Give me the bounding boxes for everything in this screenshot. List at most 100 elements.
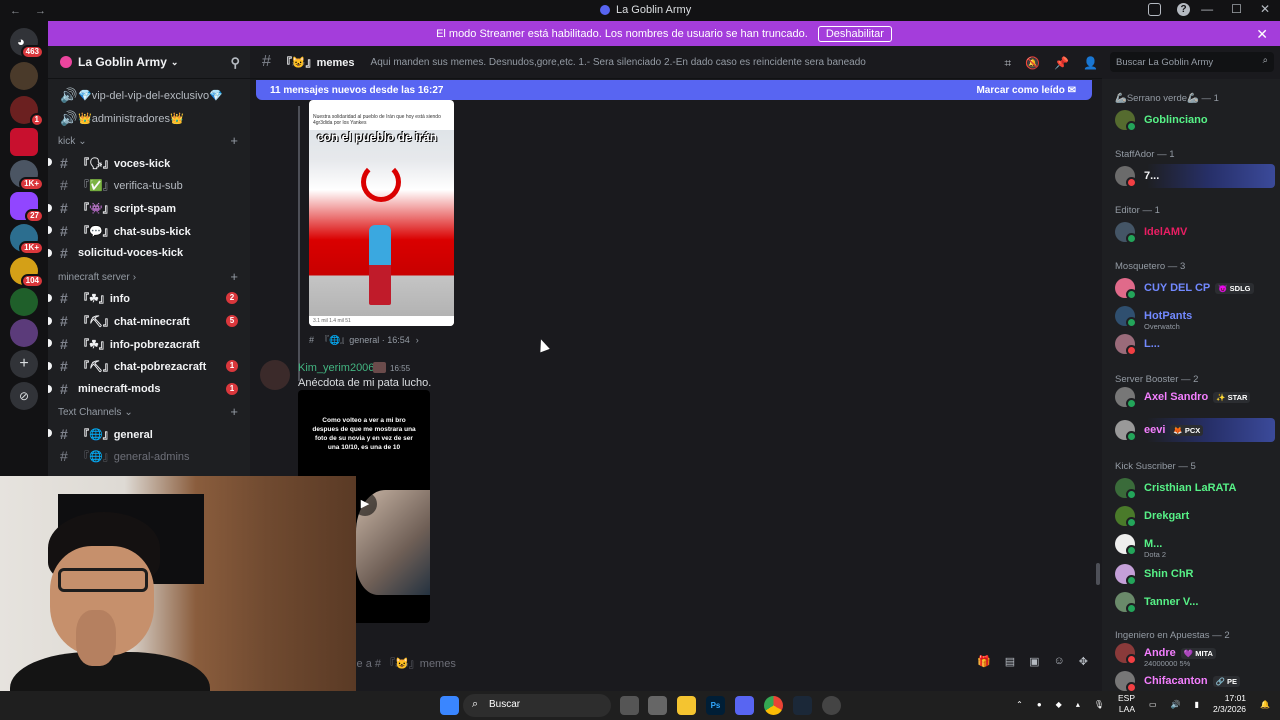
avatar[interactable] bbox=[1115, 334, 1137, 356]
discord-taskbar-icon[interactable] bbox=[735, 696, 754, 715]
channel-voces-kick[interactable]: # 『🗣』voces-kick bbox=[48, 151, 250, 174]
disable-streamer-button[interactable]: Deshabilitar bbox=[817, 25, 892, 42]
file-explorer-icon[interactable] bbox=[677, 696, 696, 715]
channel-minecraft-mods[interactable]: # minecraft-mods 1 bbox=[48, 378, 250, 401]
channel-verifica[interactable]: # 『✅』verifica-tu-sub bbox=[48, 174, 250, 197]
server-tag[interactable]: 😈 SDLG bbox=[1215, 282, 1254, 294]
member-item[interactable]: L... bbox=[1115, 332, 1275, 356]
emoji-icon[interactable]: ☺ bbox=[1054, 655, 1065, 668]
server-icon-2[interactable]: 1 bbox=[10, 96, 44, 127]
tray-app-icon[interactable]: ● bbox=[1037, 700, 1042, 709]
notifications-icon[interactable]: 🔔 bbox=[1260, 700, 1270, 709]
message-author[interactable]: Kim_yerim2006 bbox=[298, 362, 374, 374]
task-view-icon[interactable] bbox=[620, 696, 639, 715]
channel-solicitud[interactable]: # solicitud-voces-kick bbox=[48, 242, 250, 265]
app-icon[interactable] bbox=[648, 696, 667, 715]
avatar[interactable] bbox=[1115, 306, 1137, 328]
home-button[interactable]: ◕ 463 bbox=[10, 28, 44, 59]
meme-image[interactable]: Nuestra solidaridad al pueblo de Irán qu… bbox=[309, 100, 454, 326]
scrollbar-thumb[interactable] bbox=[1096, 563, 1100, 585]
avatar[interactable] bbox=[260, 360, 290, 390]
channel-admins[interactable]: 🔊 👑administradores👑 bbox=[48, 107, 250, 130]
channel-info[interactable]: # 『☘』info 2 bbox=[48, 287, 250, 310]
discover-icon[interactable]: ⊘ bbox=[10, 382, 38, 410]
chevron-up-icon[interactable]: ⌃ bbox=[1016, 700, 1023, 709]
notifications-icon[interactable]: 🔕 bbox=[1025, 56, 1040, 71]
pin-icon[interactable]: 📌 bbox=[1054, 56, 1069, 71]
avatar[interactable] bbox=[1115, 478, 1137, 500]
channel-chat-pobrezacraft[interactable]: # 『⛏』chat-pobrezacraft 1 bbox=[48, 355, 250, 378]
maximize-icon[interactable]: ☐ bbox=[1231, 2, 1242, 16]
microphone-icon[interactable]: 🎙 bbox=[1094, 700, 1104, 709]
volume-icon[interactable]: 🔊 bbox=[1171, 700, 1181, 709]
member-list-icon[interactable]: 👤 bbox=[1083, 56, 1098, 71]
member-item[interactable]: Drekgart bbox=[1115, 504, 1275, 528]
add-channel-icon[interactable]: + bbox=[230, 133, 238, 148]
server-header[interactable]: La Goblin Army ⌄ ⚲ bbox=[48, 46, 250, 79]
taskbar-search[interactable]: ⌕ Buscar bbox=[463, 694, 611, 717]
member-item[interactable]: Chifacanton 🔗 PE bbox=[1115, 669, 1275, 691]
apps-icon[interactable]: ✥ bbox=[1079, 655, 1088, 668]
add-server-icon[interactable]: + bbox=[10, 350, 38, 378]
network-icon[interactable]: ▭ bbox=[1149, 700, 1157, 709]
channel-general[interactable]: # 『🌐』general bbox=[48, 422, 250, 445]
member-item[interactable]: eevi 🦊 PCX bbox=[1115, 418, 1275, 442]
close-icon[interactable]: ✕ bbox=[1260, 2, 1270, 16]
chrome-icon[interactable] bbox=[764, 696, 783, 715]
gif-icon[interactable]: ▤ bbox=[1005, 655, 1015, 668]
server-icon-6[interactable]: 1K+ bbox=[10, 224, 44, 255]
category-text-channels[interactable]: Text Channels ⌄ + bbox=[48, 400, 250, 422]
avatar[interactable] bbox=[1115, 166, 1137, 188]
photoshop-icon[interactable]: Ps bbox=[706, 696, 725, 715]
server-icon-5[interactable]: 27 bbox=[10, 192, 44, 223]
tray-app-icon[interactable]: ▴ bbox=[1076, 700, 1080, 709]
member-item[interactable]: Axel Sandro ✨ STAR bbox=[1115, 385, 1275, 409]
forward-arrow-icon[interactable]: → bbox=[35, 5, 46, 17]
clock[interactable]: 17:01 2/3/2026 bbox=[1213, 693, 1246, 715]
server-tag[interactable]: ✨ STAR bbox=[1213, 391, 1251, 403]
member-item[interactable]: M... Dota 2 bbox=[1115, 532, 1275, 559]
minimize-icon[interactable]: — bbox=[1201, 2, 1213, 16]
channel-chat-minecraft[interactable]: # 『⛏』chat-minecraft 5 bbox=[48, 310, 250, 333]
category-kick[interactable]: kick ⌄ + bbox=[48, 129, 250, 151]
channel-topic[interactable]: Aqui manden sus memes. Desnudos,gore,etc… bbox=[371, 57, 866, 68]
member-item[interactable]: IdelAMV bbox=[1115, 220, 1275, 244]
member-item[interactable]: Goblinciano bbox=[1115, 108, 1275, 132]
inbox-icon[interactable] bbox=[1148, 3, 1161, 16]
channel-vip[interactable]: 🔊 💎vip-del-vip-del-exclusivo💎 bbox=[48, 84, 250, 107]
avatar[interactable] bbox=[1115, 592, 1137, 614]
channel-script-spam[interactable]: # 『👾』script-spam bbox=[48, 197, 250, 220]
message-composer[interactable]: aje a # 『😺』memes 🎁 ▤ ▣ ☺ ✥ bbox=[348, 652, 1094, 674]
windows-start-icon[interactable] bbox=[440, 696, 459, 715]
close-icon[interactable]: ✕ bbox=[1256, 26, 1268, 43]
member-item[interactable]: CUY DEL CP 😈 SDLG bbox=[1115, 276, 1275, 300]
search-input[interactable]: Buscar La Goblin Army ⌕ bbox=[1110, 52, 1274, 72]
server-icon-4[interactable]: 1K+ bbox=[10, 160, 44, 191]
server-tag[interactable]: 🔗 PE bbox=[1212, 675, 1240, 687]
avatar[interactable] bbox=[1115, 643, 1137, 665]
forwarded-reference[interactable]: # 『🌐』general · 16:54 › bbox=[309, 333, 419, 346]
add-channel-icon[interactable]: + bbox=[230, 404, 238, 419]
invite-people-icon[interactable]: ⚲ bbox=[230, 55, 240, 71]
avatar[interactable] bbox=[1115, 278, 1137, 300]
sticker-icon[interactable]: ▣ bbox=[1029, 655, 1039, 668]
channel-chat-subs[interactable]: # 『💬』chat-subs-kick bbox=[48, 219, 250, 242]
member-item[interactable]: HotPants Overwatch bbox=[1115, 304, 1275, 331]
avatar[interactable] bbox=[1115, 110, 1137, 132]
server-icon-7[interactable]: 104 bbox=[10, 257, 44, 288]
threads-icon[interactable]: ⌗ bbox=[1004, 56, 1011, 71]
avatar[interactable] bbox=[1115, 387, 1137, 409]
server-icon-9[interactable] bbox=[10, 319, 38, 347]
avatar[interactable] bbox=[1115, 534, 1137, 556]
add-channel-icon[interactable]: + bbox=[230, 269, 238, 284]
member-item[interactable]: Shin ChR bbox=[1115, 562, 1275, 586]
avatar[interactable] bbox=[1115, 671, 1137, 691]
new-messages-bar[interactable]: 11 mensajes nuevos desde las 16:27 Marca… bbox=[256, 80, 1092, 100]
app-icon[interactable] bbox=[822, 696, 841, 715]
avatar[interactable] bbox=[1115, 222, 1137, 244]
channel-general-admins[interactable]: # 『🌐』general-admins bbox=[48, 445, 250, 468]
channel-info-pobrezacraft[interactable]: # 『☘』info-pobrezacraft bbox=[48, 332, 250, 355]
avatar[interactable] bbox=[1115, 420, 1137, 442]
gift-icon[interactable]: 🎁 bbox=[977, 655, 991, 668]
member-item[interactable]: Andre 💜 MITA 24000000 5% bbox=[1115, 641, 1275, 668]
